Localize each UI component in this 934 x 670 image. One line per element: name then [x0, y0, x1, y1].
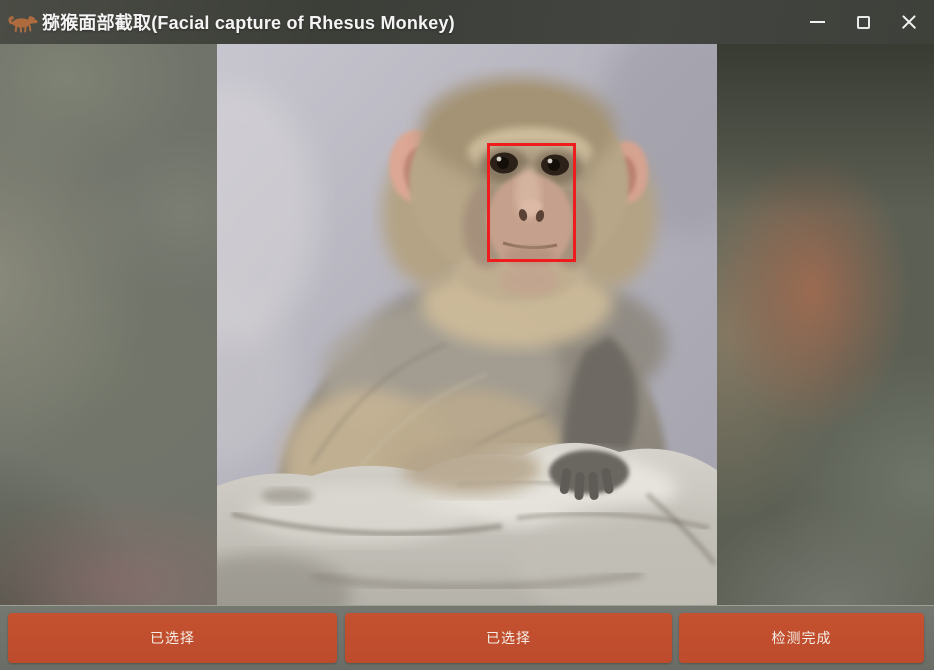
title-bar: 猕猴面部截取(Facial capture of Rhesus Monkey) [0, 0, 934, 44]
selected-button-1[interactable]: 已选择 [8, 613, 337, 663]
action-bar: 已选择 已选择 检测完成 [0, 605, 934, 670]
window-controls [794, 0, 934, 44]
blurred-backdrop-right [717, 44, 934, 605]
minimize-button[interactable] [794, 0, 840, 44]
window-title: 猕猴面部截取(Facial capture of Rhesus Monkey) [42, 9, 455, 35]
detection-complete-button[interactable]: 检测完成 [679, 613, 924, 663]
selected-button-2[interactable]: 已选择 [345, 613, 672, 663]
fur-tuft [402, 443, 542, 495]
close-icon [901, 14, 917, 30]
monkey-app-icon [6, 9, 40, 35]
minimize-icon [810, 21, 825, 23]
blurred-backdrop-left [0, 44, 217, 605]
close-button[interactable] [886, 0, 932, 44]
maximize-button[interactable] [840, 0, 886, 44]
face-detection-box[interactable] [487, 143, 576, 262]
monkey-illustration [217, 44, 717, 605]
maximize-icon [857, 16, 870, 29]
monkey-photo-canvas[interactable] [217, 44, 717, 605]
app-window: 猕猴面部截取(Facial capture of Rhesus Monkey) [0, 0, 934, 670]
